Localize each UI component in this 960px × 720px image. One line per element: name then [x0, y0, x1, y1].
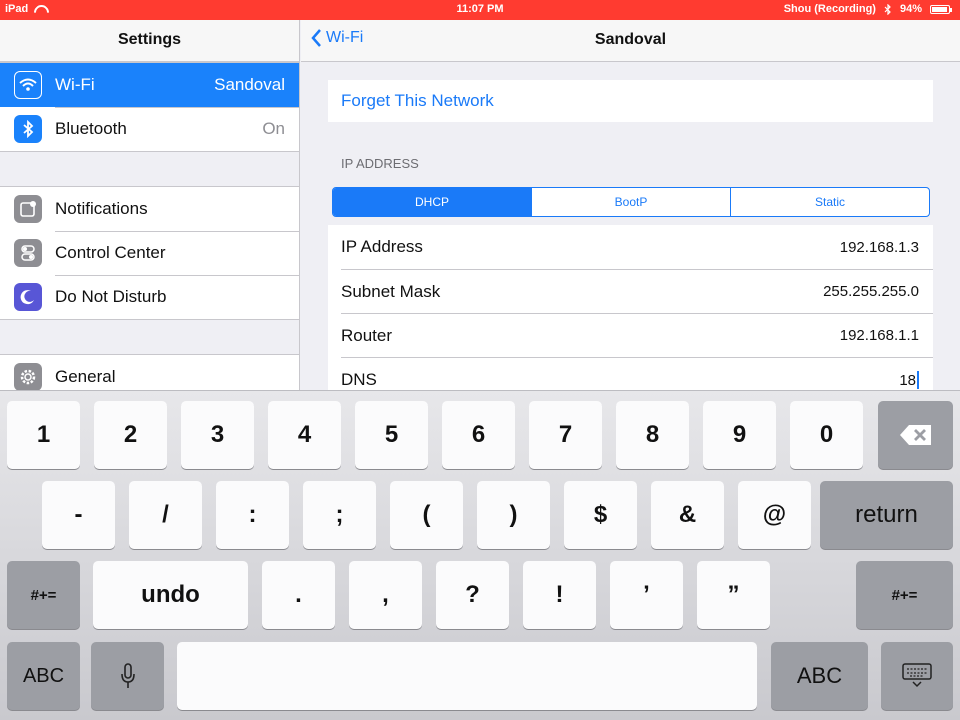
microphone-icon	[120, 663, 135, 688]
key-6[interactable]: 6	[442, 401, 515, 469]
dictation-key[interactable]	[91, 642, 164, 710]
detail-nav-bar: Wi-Fi Sandoval	[301, 20, 960, 62]
sidebar-item-label: General	[55, 367, 116, 386]
ip-address-section-title: IP ADDRESS	[341, 156, 419, 171]
sidebar-item-do-not-disturb[interactable]: Do Not Disturb	[0, 275, 299, 319]
key-quote[interactable]: ”	[697, 561, 770, 629]
row-label: Subnet Mask	[341, 281, 441, 301]
moon-icon	[14, 283, 42, 311]
key-9[interactable]: 9	[703, 401, 776, 469]
key-4[interactable]: 4	[268, 401, 341, 469]
sidebar-item-general[interactable]: General	[0, 355, 299, 390]
key-semicolon[interactable]: ;	[303, 481, 376, 549]
battery-level	[932, 7, 947, 12]
sidebar-item-control-center[interactable]: Control Center	[0, 231, 299, 275]
return-key[interactable]: return	[820, 481, 953, 549]
key-0[interactable]: 0	[790, 401, 863, 469]
ip-settings-table: IP Address 192.168.1.3 Subnet Mask 255.2…	[328, 225, 933, 390]
settings-sidebar: Settings Wi-Fi Sandoval Bluetooth On Not…	[0, 20, 300, 390]
sidebar-item-label: Bluetooth	[55, 119, 127, 138]
text-cursor	[917, 371, 919, 390]
key-colon[interactable]: :	[216, 481, 289, 549]
gear-icon	[14, 363, 42, 390]
key-apostrophe[interactable]: ’	[610, 561, 683, 629]
wifi-icon	[14, 71, 42, 99]
delete-key[interactable]	[878, 401, 953, 469]
recording-user: Shou (Recording)	[783, 3, 876, 15]
ip-address-value: 192.168.1.3	[839, 238, 919, 256]
key-slash[interactable]: /	[129, 481, 202, 549]
key-5[interactable]: 5	[355, 401, 428, 469]
row-label: DNS	[341, 369, 377, 389]
numeric-keyboard: 1 2 3 4 5 6 7 8 9 0 - / : ; ( ) $ & @ re…	[0, 390, 960, 720]
dns-row[interactable]: DNS 18	[341, 357, 933, 390]
sidebar-item-bluetooth[interactable]: Bluetooth On	[0, 107, 299, 151]
battery-percent: 94%	[899, 3, 922, 15]
keyboard-dismiss-icon	[902, 663, 932, 688]
router-value: 192.168.1.1	[839, 327, 919, 344]
dismiss-keyboard-key[interactable]	[881, 642, 953, 710]
sidebar-item-label: Control Center	[55, 243, 166, 262]
key-ampersand[interactable]: &	[651, 481, 724, 549]
key-dollar[interactable]: $	[564, 481, 637, 549]
sidebar-item-value: Sandoval	[214, 75, 285, 94]
ip-address-row: IP Address 192.168.1.3	[341, 225, 933, 269]
subnet-mask-value: 255.255.255.0	[823, 283, 919, 300]
key-open-paren[interactable]: (	[390, 481, 463, 549]
symbols-key-right[interactable]: #+=	[856, 561, 953, 629]
abc-key-right[interactable]: ABC	[771, 642, 868, 710]
key-2[interactable]: 2	[94, 401, 167, 469]
sidebar-item-wifi[interactable]: Wi-Fi Sandoval	[0, 63, 299, 107]
notifications-icon	[14, 195, 42, 223]
subnet-mask-row: Subnet Mask 255.255.255.0	[341, 269, 933, 313]
key-8[interactable]: 8	[616, 401, 689, 469]
bluetooth-status-icon	[884, 3, 891, 15]
sidebar-item-label: Notifications	[55, 199, 148, 218]
delete-icon	[899, 425, 931, 445]
key-1[interactable]: 1	[7, 401, 80, 469]
system-group: Notifications Control Center Do Not Dist…	[0, 186, 299, 320]
status-right: Shou (Recording) 94%	[783, 3, 952, 15]
abc-key-left[interactable]: ABC	[7, 642, 80, 710]
key-at[interactable]: @	[738, 481, 811, 549]
sidebar-item-notifications[interactable]: Notifications	[0, 187, 299, 231]
status-bar: iPad 11:07 PM Shou (Recording) 94%	[0, 0, 960, 20]
general-group: General	[0, 354, 299, 390]
segment-static[interactable]: Static	[730, 188, 929, 216]
segment-dhcp[interactable]: DHCP	[333, 188, 531, 216]
row-label: Router	[341, 325, 393, 345]
sidebar-item-value: On	[262, 119, 285, 138]
control-center-icon	[14, 239, 42, 267]
network-title: Sandoval	[594, 31, 667, 48]
segment-bootp[interactable]: BootP	[531, 188, 730, 216]
row-label: IP Address	[341, 237, 423, 256]
key-comma[interactable]: ,	[349, 561, 422, 629]
sidebar-item-label: Do Not Disturb	[55, 287, 167, 306]
network-detail-pane: Wi-Fi Sandoval Forget This Network IP AD…	[301, 20, 960, 390]
battery-icon	[930, 5, 952, 14]
space-bar[interactable]	[177, 642, 757, 710]
key-exclamation[interactable]: !	[523, 561, 596, 629]
key-close-paren[interactable]: )	[477, 481, 550, 549]
sidebar-title: Settings	[0, 20, 299, 62]
key-hyphen[interactable]: -	[42, 481, 115, 549]
forget-network-button[interactable]: Forget This Network	[328, 80, 933, 122]
undo-key[interactable]: undo	[93, 561, 248, 629]
bluetooth-icon	[14, 115, 42, 143]
key-7[interactable]: 7	[529, 401, 602, 469]
sidebar-item-label: Wi-Fi	[55, 75, 95, 94]
connectivity-group: Wi-Fi Sandoval Bluetooth On	[0, 62, 299, 152]
key-question[interactable]: ?	[436, 561, 509, 629]
dns-field[interactable]: 18	[899, 370, 919, 390]
router-row: Router 192.168.1.1	[341, 313, 933, 357]
ip-mode-segmented-control: DHCP BootP Static	[332, 187, 930, 217]
key-3[interactable]: 3	[181, 401, 254, 469]
dns-value: 18	[899, 371, 916, 389]
symbols-key-left[interactable]: #+=	[7, 561, 80, 629]
key-period[interactable]: .	[262, 561, 335, 629]
